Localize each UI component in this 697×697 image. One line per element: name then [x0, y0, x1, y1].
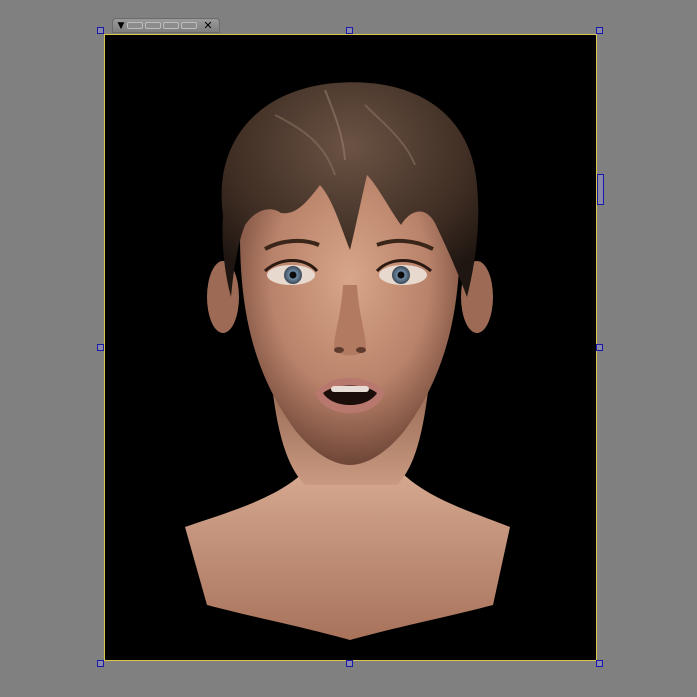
resize-handle-middle-left[interactable] — [97, 344, 104, 351]
mini-toolbar[interactable]: ▼ ✕ — [112, 18, 220, 33]
menu-triangle-icon[interactable]: ▼ — [116, 20, 126, 31]
resize-handle-bottom-left[interactable] — [97, 660, 104, 667]
toolbar-slot-3[interactable] — [163, 22, 179, 29]
render-frame[interactable] — [104, 34, 597, 661]
toolbar-slot-4[interactable] — [181, 22, 197, 29]
left-ear — [207, 261, 239, 333]
toolbar-slot-1[interactable] — [127, 22, 143, 29]
resize-handle-top-left[interactable] — [97, 27, 104, 34]
viewport-canvas[interactable]: ▼ ✕ — [0, 0, 697, 697]
rendered-head-image — [185, 82, 510, 640]
toolbar-slot-2[interactable] — [145, 22, 161, 29]
chest-shape — [185, 465, 510, 640]
resize-handle-top-right[interactable] — [596, 27, 603, 34]
side-grip-handle[interactable] — [597, 174, 604, 205]
resize-handle-middle-right[interactable] — [596, 344, 603, 351]
resize-handle-bottom-center[interactable] — [346, 660, 353, 667]
close-icon[interactable]: ✕ — [202, 20, 214, 31]
resize-handle-bottom-right[interactable] — [596, 660, 603, 667]
resize-handle-top-center[interactable] — [346, 27, 353, 34]
